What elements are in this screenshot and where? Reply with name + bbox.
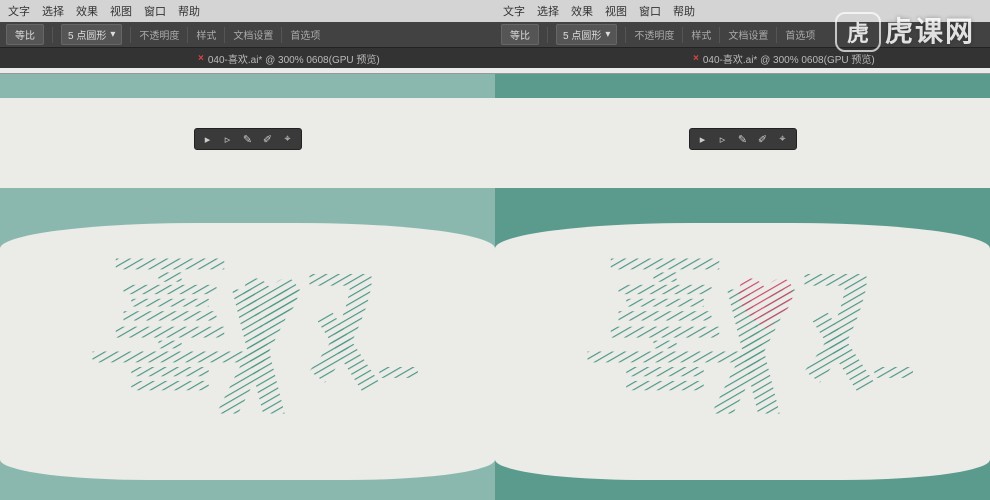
menu-text[interactable]: 文字: [8, 3, 30, 19]
ruler-horizontal: [495, 68, 990, 74]
divider: [130, 27, 131, 43]
brush-select[interactable]: 5 点圆形 ▾: [61, 24, 122, 45]
divider: [281, 27, 282, 43]
tool-arrow-icon[interactable]: ▸: [201, 132, 215, 146]
tool-arrow-icon[interactable]: ▸: [696, 132, 710, 146]
tab-title[interactable]: 040-喜欢.ai* @ 300% 0608(GPU 预览): [703, 51, 875, 66]
tool-pen-icon[interactable]: ✎: [241, 132, 255, 146]
menu-help[interactable]: 帮助: [673, 3, 695, 19]
tool-target-icon[interactable]: ⌖: [776, 132, 790, 146]
watermark-badge: 虎: [835, 12, 881, 52]
floating-toolbar: ▸ ▹ ✎ ✐ ⌖: [689, 128, 797, 150]
artwork-svg: [515, 243, 970, 460]
brush-select[interactable]: 5 点圆形 ▾: [556, 24, 617, 45]
menu-window[interactable]: 窗口: [144, 3, 166, 19]
uniform-button[interactable]: 等比: [501, 24, 539, 45]
floating-toolbar: ▸ ▹ ✎ ✐ ⌖: [194, 128, 302, 150]
style-label: 样式: [196, 27, 216, 42]
tab-title[interactable]: 040-喜欢.ai* @ 300% 0608(GPU 预览): [208, 51, 380, 66]
divider: [719, 27, 720, 43]
divider: [187, 27, 188, 43]
watermark: 虎虎课网: [835, 10, 975, 52]
tool-direct-icon[interactable]: ▹: [716, 132, 730, 146]
menu-effect[interactable]: 效果: [76, 3, 98, 19]
artwork-right: [515, 243, 970, 460]
prefs-label[interactable]: 首选项: [785, 27, 815, 42]
tool-pencil-icon[interactable]: ✐: [261, 132, 275, 146]
canvas-area[interactable]: ▸ ▹ ✎ ✐ ⌖: [495, 68, 990, 500]
divider: [547, 27, 548, 43]
menu-view[interactable]: 视图: [110, 3, 132, 19]
divider: [52, 27, 53, 43]
left-window: 文字 选择 效果 视图 窗口 帮助 等比 5 点圆形 ▾ 不透明度 样式 文档设…: [0, 0, 495, 500]
tool-pen-icon[interactable]: ✎: [736, 132, 750, 146]
control-bar: 等比 5 点圆形 ▾ 不透明度 样式 文档设置 首选项: [0, 22, 495, 48]
tab-bar: × 040-喜欢.ai* @ 300% 0608(GPU 预览): [0, 48, 495, 68]
artwork-left: [20, 243, 475, 460]
canvas-area[interactable]: ▸ ▹ ✎ ✐ ⌖: [0, 68, 495, 500]
menu-view[interactable]: 视图: [605, 3, 627, 19]
menu-select[interactable]: 选择: [537, 3, 559, 19]
tab-close-icon[interactable]: ×: [693, 53, 699, 64]
menu-select[interactable]: 选择: [42, 3, 64, 19]
style-label: 样式: [691, 27, 711, 42]
divider: [776, 27, 777, 43]
docsetup-label[interactable]: 文档设置: [233, 27, 273, 42]
menu-help[interactable]: 帮助: [178, 3, 200, 19]
tool-target-icon[interactable]: ⌖: [281, 132, 295, 146]
right-window: 文字 选择 效果 视图 窗口 帮助 等比 5 点圆形 ▾ 不透明度 样式 文档设…: [495, 0, 990, 500]
prefs-label[interactable]: 首选项: [290, 27, 320, 42]
tool-direct-icon[interactable]: ▹: [221, 132, 235, 146]
uniform-button[interactable]: 等比: [6, 24, 44, 45]
menu-effect[interactable]: 效果: [571, 3, 593, 19]
menu-text[interactable]: 文字: [503, 3, 525, 19]
artwork-svg: [20, 243, 475, 460]
opacity-label: 不透明度: [139, 27, 179, 42]
docsetup-label[interactable]: 文档设置: [728, 27, 768, 42]
divider: [224, 27, 225, 43]
divider: [682, 27, 683, 43]
tool-pencil-icon[interactable]: ✐: [756, 132, 770, 146]
ruler-horizontal: [0, 68, 495, 74]
opacity-label: 不透明度: [634, 27, 674, 42]
divider: [625, 27, 626, 43]
tab-close-icon[interactable]: ×: [198, 53, 204, 64]
menu-bar: 文字 选择 效果 视图 窗口 帮助: [0, 0, 495, 22]
watermark-text: 虎课网: [885, 16, 975, 47]
menu-window[interactable]: 窗口: [639, 3, 661, 19]
